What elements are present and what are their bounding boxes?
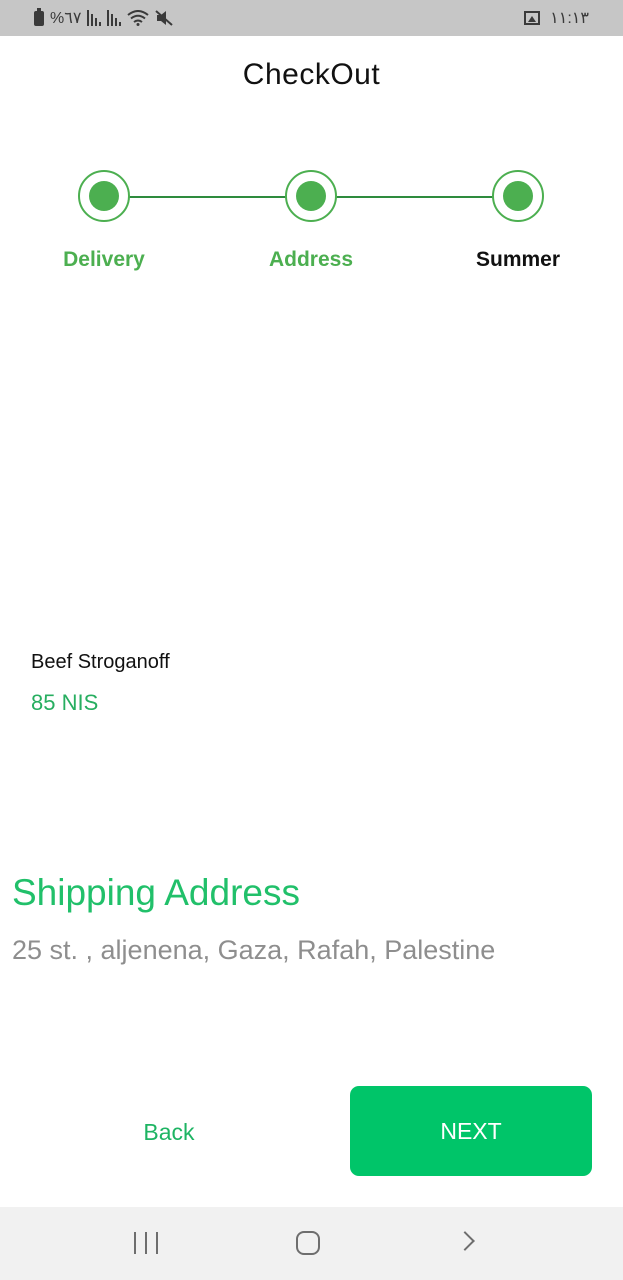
step-label-delivery: Delivery [63,248,145,271]
back-button[interactable]: Back [94,1108,244,1156]
shipping-heading: Shipping Address [12,872,300,913]
status-bar: %٦٧ ١١:١٣ [0,0,623,36]
step-dot [89,181,119,211]
signal-icon [107,10,122,26]
checkout-stepper: Delivery Address Summer [0,168,623,278]
mute-icon [155,10,174,26]
status-left: %٦٧ [34,7,174,28]
step-dot [503,181,533,211]
order-item-name: Beef Stroganoff [31,651,170,673]
step-dot [296,181,326,211]
battery-icon [34,7,44,26]
gallery-icon [524,11,541,25]
step-indicator-summary[interactable] [492,170,544,222]
recent-apps-icon[interactable] [134,1232,158,1254]
status-time: ١١:١٣ [550,10,589,27]
shipping-address: 25 st. , aljenena, Gaza, Rafah, Palestin… [12,935,496,965]
step-indicator-delivery[interactable] [78,170,130,222]
system-nav-bar [0,1207,623,1280]
back-icon[interactable] [455,1231,475,1251]
step-label-summary: Summer [475,248,561,271]
step-connector-1 [128,196,288,198]
order-item-price: 85 NIS [31,690,99,715]
battery-percentage: %٦٧ [50,10,82,27]
signal-icon [87,10,102,26]
step-connector-2 [336,196,496,198]
status-right: ١١:١٣ [524,8,589,28]
next-button[interactable]: NEXT [350,1086,592,1176]
page-title: CheckOut [242,58,381,91]
wifi-icon [127,10,150,26]
home-icon[interactable] [296,1231,320,1255]
step-indicator-address[interactable] [285,170,337,222]
step-label-address: Address [268,248,354,271]
